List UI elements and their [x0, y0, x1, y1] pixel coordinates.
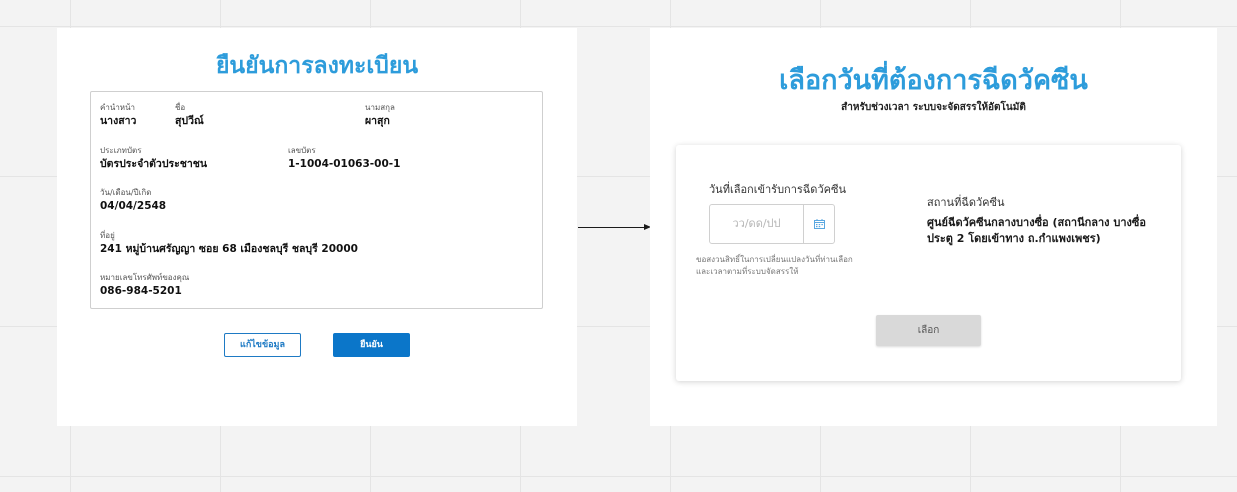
select-vaccine-date-screen: เลือกวันที่ต้องการฉีดวัคซีน สำหรับช่วงเว…	[650, 28, 1217, 426]
select-date-button[interactable]: เลือก	[876, 315, 981, 346]
note-line: และเวลาตามที่ระบบจัดสรรให้	[696, 267, 799, 276]
location-name: ศูนย์ฉีดวัคซีนกลางบางซื่อ (สถานีกลาง บาง…	[927, 216, 1146, 245]
field-label: เลขบัตร	[288, 146, 316, 155]
field-prefix: คำนำหน้า นางสาว	[100, 103, 136, 129]
field-label: คำนำหน้า	[100, 103, 136, 112]
field-label: หมายเลขโทรศัพท์ของคุณ	[100, 273, 190, 282]
field-value: 086-984-5201	[100, 285, 182, 297]
field-phone: หมายเลขโทรศัพท์ของคุณ 086-984-5201	[100, 273, 189, 299]
field-label: ประเภทบัตร	[100, 146, 142, 155]
note-line: ขอสงวนสิทธิ์ในการเปลี่ยนแปลงวันที่ท่านเล…	[696, 255, 853, 264]
date-selection-card: วันที่เลือกเข้ารับการฉีดวัคซีน วว/ดด/ปป	[676, 145, 1181, 381]
location-label: สถานที่ฉีดวัคซีน	[927, 196, 1005, 209]
registration-confirm-screen: ยืนยันการลงทะเบียน คำนำหน้า นางสาว ชื่อ …	[57, 28, 577, 426]
field-value: นางสาว	[100, 115, 137, 127]
field-birth-date: วัน/เดือน/ปีเกิด 04/04/2548	[100, 188, 166, 214]
field-card-type: ประเภทบัตร บัตรประจำตัวประชาชน	[100, 146, 207, 172]
field-value: สุปวีณ์	[175, 115, 204, 127]
calendar-icon-graphic	[814, 219, 825, 229]
field-label: วัน/เดือน/ปีเกิด	[100, 188, 152, 197]
field-label: นามสกุล	[365, 103, 395, 112]
edit-info-button[interactable]: แก้ไขข้อมูล	[224, 333, 301, 357]
date-disclaimer-note: ขอสงวนสิทธิ์ในการเปลี่ยนแปลงวันที่ท่านเล…	[696, 254, 853, 278]
date-input[interactable]: วว/ดด/ปป	[709, 204, 835, 244]
date-input-placeholder: วว/ดด/ปป	[732, 217, 781, 230]
confirm-button[interactable]: ยืนยัน	[333, 333, 410, 357]
field-label: ชื่อ	[175, 103, 186, 112]
page-subtitle: สำหรับช่วงเวลา ระบบจะจัดสรรให้อัตโนมัติ	[841, 102, 1026, 113]
field-card-number: เลขบัตร 1-1004-01063-00-1	[288, 146, 400, 172]
field-address: ที่อยู่ 241 หมู่บ้านศรัญญา ซอย 68 เมืองช…	[100, 231, 358, 257]
field-first-name: ชื่อ สุปวีณ์	[175, 103, 204, 129]
calendar-icon[interactable]	[804, 205, 835, 243]
field-value: 241 หมู่บ้านศรัญญา ซอย 68 เมืองชลบุรี ชล…	[100, 243, 358, 255]
registration-info-box: คำนำหน้า นางสาว ชื่อ สุปวีณ์ นามสกุล ผาส…	[90, 91, 543, 309]
field-value: 1-1004-01063-00-1	[288, 158, 401, 170]
page-title: ยืนยันการลงทะเบียน	[215, 53, 419, 79]
page-title: เลือกวันที่ต้องการฉีดวัคซีน	[779, 65, 1088, 96]
field-value: บัตรประจำตัวประชาชน	[100, 158, 208, 170]
field-last-name: นามสกุล ผาสุก	[365, 103, 395, 129]
date-field-label: วันที่เลือกเข้ารับการฉีดวัคซีน	[709, 183, 846, 196]
flow-connector-line	[578, 227, 644, 228]
field-label: ที่อยู่	[100, 231, 115, 240]
field-value: ผาสุก	[365, 115, 390, 127]
field-value: 04/04/2548	[100, 200, 167, 212]
